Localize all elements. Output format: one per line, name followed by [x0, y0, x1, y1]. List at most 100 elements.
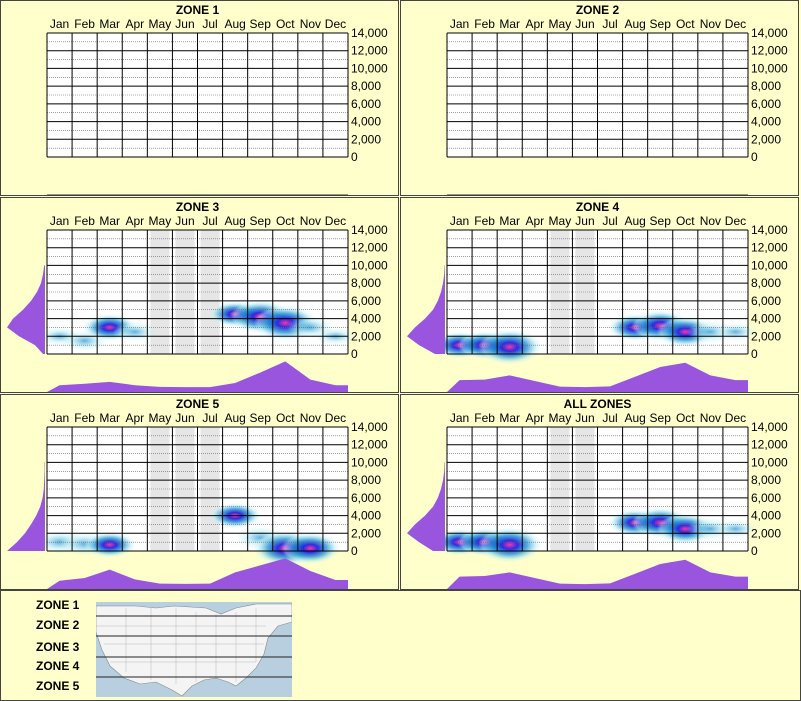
y-tick-label: 8,000 [751, 473, 781, 487]
legend-zone-5: ZONE 5 [36, 679, 80, 693]
chart-panel: ZONE 5 Jan Feb Mar Apr May Jun Jul Aug Sep Oct Nov D… [0, 394, 399, 590]
elevation-profile [7, 462, 45, 551]
y-tick-label: 12,000 [751, 44, 788, 58]
heatmap-chart: ALL ZONES Jan Feb Mar Apr May Jun Jul Aug Sep Oct N… [407, 397, 788, 589]
month-label: Feb [474, 214, 495, 228]
month-label: Sep [650, 214, 672, 228]
month-label: Nov [700, 411, 721, 425]
month-label: Jan [450, 411, 469, 425]
month-label: Jul [202, 411, 217, 425]
heat-spot [112, 322, 157, 342]
month-label: Sep [250, 214, 272, 228]
y-tick-label: 12,000 [351, 438, 388, 452]
month-label: Aug [624, 17, 645, 31]
heat-spot [280, 532, 340, 564]
month-label: Jun [575, 214, 594, 228]
heat-spot [83, 532, 136, 558]
y-tick-label: 14,000 [751, 26, 788, 40]
month-label: Jul [602, 411, 617, 425]
month-profile [47, 361, 348, 392]
y-tick-label: 10,000 [751, 455, 788, 469]
month-label: Mar [99, 214, 120, 228]
month-label: Apr [525, 17, 544, 31]
y-tick-label: 2,000 [751, 329, 781, 343]
y-tick-label: 10,000 [351, 61, 388, 75]
zone-legend: ZONE 1 ZONE 2 ZONE 3 ZONE 4 ZONE 5 [0, 590, 801, 701]
y-tick-label: 4,000 [351, 509, 381, 523]
y-tick-label: 12,000 [751, 241, 788, 255]
month-label: Feb [74, 17, 95, 31]
legend-zone-1: ZONE 1 [36, 598, 80, 612]
month-label: Feb [474, 411, 495, 425]
y-tick-label: 0 [751, 347, 758, 361]
month-label: Aug [624, 411, 645, 425]
month-label: May [549, 411, 572, 425]
elevation-profile [407, 462, 445, 551]
month-label: Sep [650, 411, 672, 425]
y-tick-label: 6,000 [351, 294, 381, 308]
y-tick-label: 2,000 [351, 132, 381, 146]
month-label: Jan [50, 214, 69, 228]
month-profile [447, 362, 748, 392]
month-label: Nov [700, 214, 721, 228]
month-label: Oct [676, 214, 695, 228]
month-label: Dec [725, 214, 746, 228]
month-label: Dec [325, 17, 346, 31]
y-tick-label: 14,000 [751, 223, 788, 237]
heatmap-chart: ZONE 4 Jan Feb Mar Apr May Jun Jul Aug Sep Oct Nov D… [407, 200, 788, 392]
chart-title: ZONE 1 [176, 3, 220, 17]
month-label: May [549, 214, 572, 228]
month-label: Feb [74, 411, 95, 425]
y-tick-label: 10,000 [751, 258, 788, 272]
y-tick-label: 4,000 [751, 509, 781, 523]
month-label: Jul [602, 214, 617, 228]
month-label: Mar [99, 17, 120, 31]
month-label: Apr [125, 214, 144, 228]
month-label: Jun [575, 17, 594, 31]
month-label: Jan [50, 411, 69, 425]
chart-title: ZONE 4 [576, 200, 620, 214]
month-label: Aug [224, 411, 245, 425]
month-label: Feb [74, 214, 95, 228]
y-tick-label: 0 [751, 150, 758, 164]
month-label: Feb [474, 17, 495, 31]
month-label: Jan [50, 17, 69, 31]
y-tick-label: 0 [351, 150, 358, 164]
month-label: Nov [700, 17, 721, 31]
y-tick-label: 14,000 [351, 420, 388, 434]
month-label: May [149, 411, 172, 425]
month-label: Dec [325, 214, 346, 228]
month-label: Oct [276, 411, 295, 425]
month-label: Dec [725, 17, 746, 31]
chart-title: ZONE 3 [176, 200, 220, 214]
month-label: Jul [202, 214, 217, 228]
y-tick-label: 8,000 [751, 79, 781, 93]
chart-panel: ZONE 1 Jan Feb Mar Apr May Jun Jul Aug Sep Oct Nov D… [0, 0, 399, 196]
month-label: Apr [525, 411, 544, 425]
y-tick-label: 2,000 [351, 329, 381, 343]
month-label: Nov [300, 214, 321, 228]
elevation-profile [407, 265, 445, 354]
y-tick-label: 6,000 [751, 294, 781, 308]
y-tick-label: 2,000 [751, 132, 781, 146]
legend-zone-3: ZONE 3 [36, 640, 80, 654]
month-label: Nov [300, 411, 321, 425]
month-label: May [149, 214, 172, 228]
y-tick-label: 12,000 [751, 438, 788, 452]
month-label: Jul [602, 17, 617, 31]
month-label: Aug [224, 17, 245, 31]
y-tick-label: 8,000 [351, 79, 381, 93]
month-label: Sep [650, 17, 672, 31]
chart-title: ZONE 5 [176, 397, 220, 411]
month-label: Mar [499, 214, 520, 228]
chart-panel: ZONE 3 Jan Feb Mar Apr May Jun Jul Aug Sep Oct Nov D… [0, 197, 399, 393]
y-tick-label: 6,000 [751, 491, 781, 505]
month-label: Oct [276, 214, 295, 228]
elevation-profile [7, 265, 45, 354]
y-tick-label: 2,000 [351, 526, 381, 540]
y-tick-label: 14,000 [351, 26, 388, 40]
y-tick-label: 10,000 [751, 61, 788, 75]
chart-panel: ZONE 2 Jan Feb Mar Apr May Jun Jul Aug Sep Oct Nov D… [400, 0, 799, 196]
month-label: Mar [99, 411, 120, 425]
month-label: Jan [450, 17, 469, 31]
